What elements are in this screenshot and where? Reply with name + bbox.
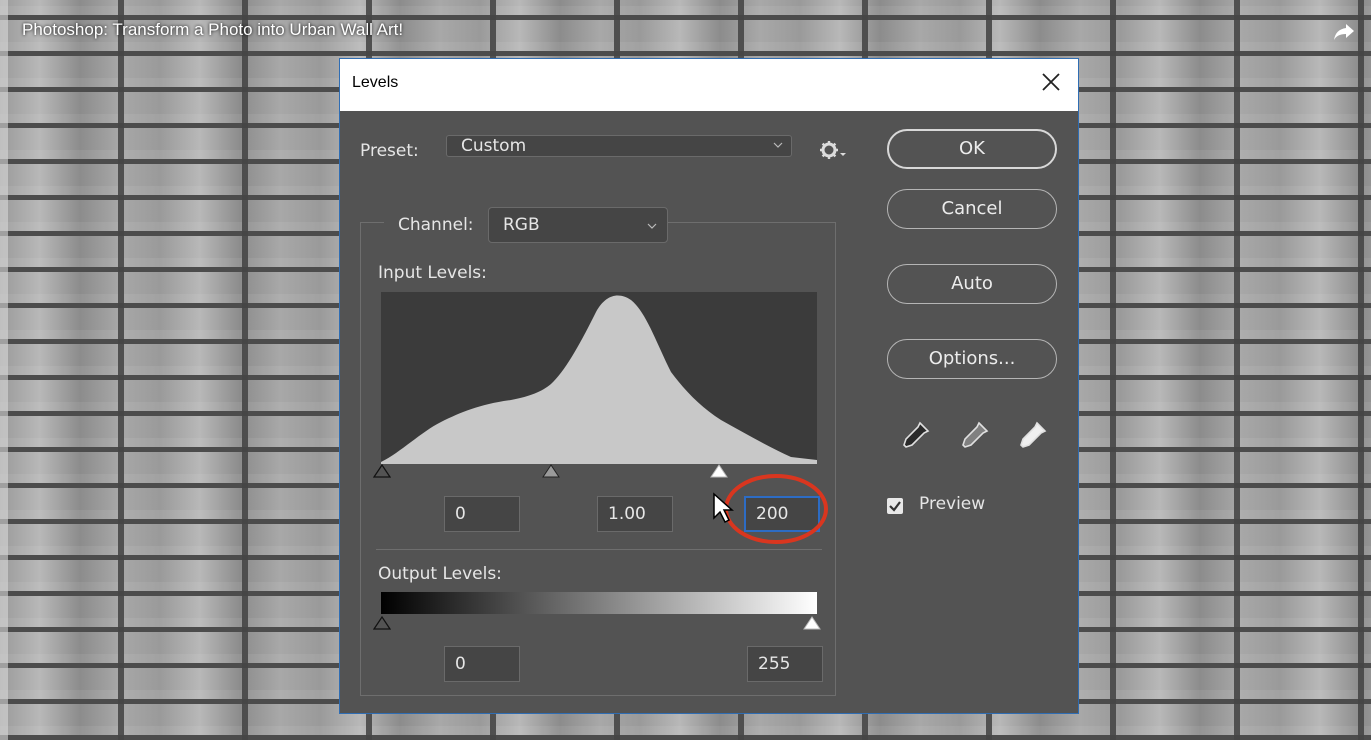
ok-button[interactable]: OK	[887, 129, 1057, 169]
options-button[interactable]: Options...	[887, 339, 1057, 379]
output-black-field[interactable]: 0	[444, 646, 520, 682]
cursor-icon	[713, 492, 734, 524]
preset-select[interactable]: Custom	[446, 135, 792, 157]
channel-label: Channel:	[398, 215, 474, 235]
input-gamma-field[interactable]: 1.00	[597, 496, 673, 532]
white-eyedropper-icon[interactable]	[1015, 419, 1049, 453]
histogram-graph	[381, 295, 817, 464]
gear-icon[interactable]	[818, 139, 848, 161]
levels-dialog: Levels Preset: Custom Channel: RGB Input…	[339, 58, 1079, 714]
preview-checkbox[interactable]	[887, 498, 903, 514]
input-gamma-slider[interactable]	[542, 464, 560, 478]
input-black-slider[interactable]	[373, 464, 391, 478]
annotation-circle	[724, 474, 828, 544]
input-black-field[interactable]: 0	[444, 496, 520, 532]
preset-value: Custom	[461, 136, 527, 156]
close-icon[interactable]	[1038, 69, 1064, 95]
cancel-button[interactable]: Cancel	[887, 189, 1057, 229]
levels-divider	[376, 549, 822, 550]
dialog-titlebar: Levels	[340, 59, 1078, 111]
share-icon[interactable]	[1333, 20, 1355, 42]
black-eyedropper-icon[interactable]	[898, 419, 932, 453]
left-edge-strip	[0, 0, 8, 740]
checkbox-icon	[889, 501, 901, 512]
chevron-down-icon	[773, 142, 783, 148]
video-title: Photoshop: Transform a Photo into Urban …	[22, 20, 404, 39]
gray-eyedropper-icon[interactable]	[957, 419, 991, 453]
channel-value: RGB	[503, 215, 540, 235]
preset-label: Preset:	[360, 141, 419, 161]
auto-button[interactable]: Auto	[887, 264, 1057, 304]
output-levels-label: Output Levels:	[378, 564, 502, 584]
output-white-field[interactable]: 255	[747, 646, 823, 682]
input-levels-label: Input Levels:	[378, 263, 487, 283]
output-gradient	[381, 592, 817, 614]
output-black-slider[interactable]	[373, 616, 391, 630]
preview-label: Preview	[919, 494, 986, 514]
channel-select[interactable]: RGB	[488, 207, 668, 243]
output-white-slider[interactable]	[803, 616, 821, 630]
chevron-down-icon	[647, 223, 657, 229]
histogram	[381, 292, 817, 464]
dialog-title: Levels	[352, 74, 399, 91]
